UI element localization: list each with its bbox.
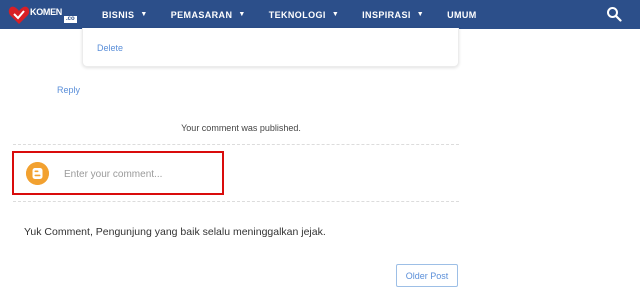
- search-icon[interactable]: [606, 6, 622, 22]
- comment-form[interactable]: [12, 151, 224, 195]
- logo-tld: .co: [64, 16, 77, 23]
- main-menu: BISNIS ▼ PEMASARAN ▼ TEKNOLOGI ▼ INSPIRA…: [102, 0, 500, 29]
- comment-input[interactable]: [64, 166, 214, 182]
- menu-item-pemasaran[interactable]: PEMASARAN ▼: [171, 10, 246, 20]
- menu-item-label: INSPIRASI: [362, 9, 411, 20]
- chevron-down-icon: ▼: [238, 11, 246, 18]
- reply-link[interactable]: Reply: [57, 85, 80, 95]
- menu-item-label: UMUM: [447, 9, 477, 20]
- comment-published-message: Your comment was published.: [181, 123, 301, 133]
- comment-note: Yuk Comment, Pengunjung yang baik selalu…: [24, 226, 326, 238]
- blogger-icon: [26, 162, 49, 185]
- menu-item-teknologi[interactable]: TEKNOLOGI ▼: [269, 10, 339, 20]
- menu-item-inspirasi[interactable]: INSPIRASI ▼: [362, 10, 424, 20]
- heart-logo-icon: [8, 6, 30, 24]
- menu-item-label: PEMASARAN: [170, 9, 233, 20]
- comment-card: Delete: [82, 28, 459, 67]
- older-post-button[interactable]: Older Post: [396, 264, 458, 287]
- delete-comment-link[interactable]: Delete: [97, 43, 123, 53]
- top-navbar: KOMEN .co BISNIS ▼ PEMASARAN ▼ TEKNOLOGI…: [0, 0, 640, 29]
- divider: [13, 201, 459, 202]
- menu-item-umum[interactable]: UMUM: [447, 10, 477, 20]
- chevron-down-icon: ▼: [140, 11, 148, 18]
- logo-wordmark: KOMEN: [30, 7, 62, 17]
- divider: [13, 144, 459, 145]
- menu-item-label: TEKNOLOGI: [268, 9, 326, 20]
- menu-item-bisnis[interactable]: BISNIS ▼: [102, 10, 148, 20]
- chevron-down-icon: ▼: [331, 11, 340, 18]
- chevron-down-icon: ▼: [416, 11, 425, 18]
- menu-item-label: BISNIS: [102, 9, 135, 20]
- site-logo[interactable]: KOMEN .co: [8, 3, 78, 25]
